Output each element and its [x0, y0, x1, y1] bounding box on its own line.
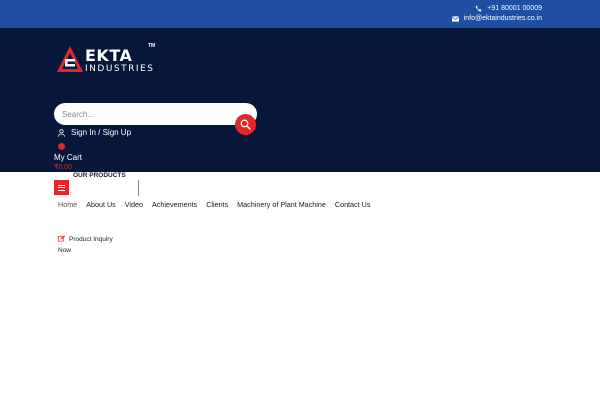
phone-number: +91 80001 00009: [487, 5, 542, 12]
search-input[interactable]: [62, 106, 232, 122]
cart-total: ₹0.00: [54, 164, 73, 171]
sign-in-label: Sign In / Sign Up: [71, 128, 132, 137]
nav-item-machinery[interactable]: Machinery of Plant Machine: [237, 200, 326, 209]
our-products-label[interactable]: OUR PRODUCTS: [73, 172, 133, 181]
top-contact-bar: +91 80001 00009 info@ektaindustries.co.i…: [0, 0, 600, 28]
nav-item-clients[interactable]: Clients: [206, 200, 228, 209]
email-address: info@ektaindustries.co.in: [463, 15, 542, 22]
products-menu-button[interactable]: [54, 180, 69, 195]
search-box: [54, 103, 257, 125]
hamburger-icon-line: [58, 187, 65, 188]
brand-logo[interactable]: EKTA INDUSTRIES TM: [56, 43, 156, 77]
envelope-icon: [451, 15, 459, 22]
nav-item-contact-us[interactable]: Contact Us: [335, 200, 371, 209]
brand-subtitle: INDUSTRIES: [85, 64, 155, 74]
nav-item-video[interactable]: Video: [125, 200, 143, 209]
nav-item-achievements[interactable]: Achievements: [152, 200, 197, 209]
search-icon: [240, 119, 251, 130]
hamburger-icon-line: [58, 189, 65, 191]
trademark-mark: TM: [148, 43, 156, 49]
user-icon: [58, 128, 65, 137]
product-inquiry-link[interactable]: Product Inquiry Now: [58, 235, 118, 255]
logo-emblem-icon: [57, 46, 83, 72]
sign-in-link[interactable]: Sign In / Sign Up: [58, 128, 131, 137]
cart-count-badge[interactable]: [58, 143, 65, 150]
phone-contact[interactable]: +91 80001 00009: [475, 5, 542, 12]
menu-divider: [138, 180, 139, 196]
nav-item-home[interactable]: Home: [58, 200, 77, 209]
main-nav: Home About Us Video Achievements Clients…: [58, 200, 379, 209]
hamburger-icon-line: [58, 184, 65, 186]
phone-icon: [475, 5, 482, 12]
inquiry-label: Product Inquiry Now: [58, 236, 113, 254]
edit-icon: [58, 235, 65, 246]
nav-item-about-us[interactable]: About Us: [86, 200, 116, 209]
search-button[interactable]: [235, 114, 256, 135]
brand-name: EKTA: [85, 46, 133, 65]
my-cart-link[interactable]: My Cart: [54, 153, 82, 162]
email-contact[interactable]: info@ektaindustries.co.in: [451, 15, 542, 22]
